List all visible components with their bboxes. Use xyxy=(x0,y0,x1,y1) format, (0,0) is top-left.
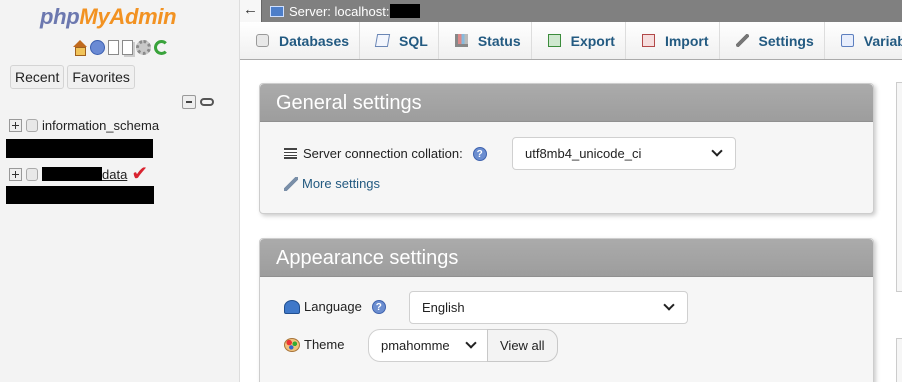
tab-label: Databases xyxy=(279,32,350,49)
phpmyadmin-logo[interactable]: phpMyAdmin xyxy=(40,4,177,30)
language-select[interactable]: English xyxy=(409,291,688,324)
tab-sql[interactable]: SQL xyxy=(360,22,439,59)
theme-selected-value: pmahomme xyxy=(381,338,450,353)
nav-tabs: Recent Favorites xyxy=(10,65,135,89)
tab-label: Import xyxy=(664,32,709,49)
main-content: General settings Server connection colla… xyxy=(240,60,902,382)
tab-import[interactable]: Import xyxy=(625,22,720,59)
database-icon xyxy=(26,167,38,181)
expand-icon[interactable] xyxy=(9,119,22,132)
theme-row: Theme xyxy=(284,337,350,352)
logo-myadmin-text: MyAdmin xyxy=(79,4,177,29)
language-icon xyxy=(284,299,300,314)
language-label: Language xyxy=(304,299,362,314)
general-settings-panel: General settings Server connection colla… xyxy=(259,83,874,214)
tab-export[interactable]: Export xyxy=(531,22,626,59)
redacted-area xyxy=(6,186,154,204)
tab-status[interactable]: Status xyxy=(438,22,532,59)
reload-icon[interactable] xyxy=(154,40,169,55)
redacted-area xyxy=(6,139,153,158)
appearance-settings-panel: Appearance settings Language ? English T… xyxy=(259,238,874,382)
wrench-icon xyxy=(284,176,298,191)
tree-controls xyxy=(182,95,214,109)
logo-php-text: php xyxy=(40,4,80,29)
general-settings-title: General settings xyxy=(260,84,873,122)
db-tree-item[interactable]: information_schema xyxy=(9,118,159,133)
chevron-down-icon xyxy=(711,145,723,157)
database-icon xyxy=(256,34,269,47)
language-row: Language ? xyxy=(284,299,386,314)
chevron-down-icon xyxy=(465,337,477,349)
server-icon xyxy=(270,5,284,17)
redacted-port xyxy=(390,4,421,18)
database-icon xyxy=(26,119,38,132)
collapse-navigation-button[interactable]: ← xyxy=(240,0,262,22)
language-selected-value: English xyxy=(422,300,465,315)
server-breadcrumb-bar: ← Server: localhost: xyxy=(240,0,902,22)
collation-icon xyxy=(284,148,297,159)
view-all-themes-button[interactable]: View all xyxy=(487,329,558,362)
tab-databases[interactable]: Databases xyxy=(240,22,361,59)
sql-icon xyxy=(374,34,391,47)
exit-icon[interactable] xyxy=(90,40,105,55)
db-tree-item[interactable]: data ✔ xyxy=(9,164,148,184)
db-name[interactable]: data xyxy=(102,167,127,182)
favorites-tab[interactable]: Favorites xyxy=(67,65,135,89)
tab-label: Variables xyxy=(863,32,902,49)
theme-label: Theme xyxy=(304,337,345,352)
main-menu: Databases SQL Status Export Import Setti… xyxy=(240,22,902,60)
settings-icon[interactable] xyxy=(136,40,151,55)
right-panel-edge xyxy=(896,338,902,382)
link-with-main-icon[interactable] xyxy=(200,98,214,106)
docs-icon[interactable] xyxy=(108,40,119,55)
recent-tab[interactable]: Recent xyxy=(10,65,65,89)
tab-label: SQL xyxy=(399,32,428,49)
collapse-all-icon[interactable] xyxy=(182,95,196,109)
appearance-settings-title: Appearance settings xyxy=(260,239,873,277)
theme-palette-icon xyxy=(284,337,300,352)
wrench-icon xyxy=(735,34,749,47)
expand-icon[interactable] xyxy=(9,167,22,181)
theme-select[interactable]: pmahomme xyxy=(368,329,488,362)
more-settings-link[interactable]: More settings xyxy=(302,176,380,191)
tab-label: Status xyxy=(477,32,521,49)
variables-icon xyxy=(840,34,854,47)
status-icon xyxy=(454,34,468,47)
collation-row: Server connection collation: ? xyxy=(284,146,487,161)
tab-variables[interactable]: Variables xyxy=(824,22,902,59)
checkmark-icon: ✔ xyxy=(131,163,149,185)
chevron-down-icon xyxy=(663,299,675,311)
nav-quick-icons xyxy=(72,40,169,56)
collation-selected-value: utf8mb4_unicode_ci xyxy=(525,146,642,161)
sql-docs-icon[interactable] xyxy=(122,40,133,55)
import-icon xyxy=(641,34,655,47)
navigation-panel: phpMyAdmin Recent Favorites information_… xyxy=(0,0,240,382)
server-breadcrumb-link[interactable]: Server: localhost: xyxy=(289,4,389,19)
redacted-db-prefix xyxy=(42,167,102,181)
tab-settings[interactable]: Settings xyxy=(719,22,825,59)
collation-select[interactable]: utf8mb4_unicode_ci xyxy=(512,137,736,170)
collation-label: Server connection collation: xyxy=(303,146,463,161)
more-settings-row: More settings xyxy=(284,176,380,191)
home-icon[interactable] xyxy=(72,40,87,56)
right-panel-edge xyxy=(896,82,902,292)
export-icon xyxy=(547,34,561,47)
db-name[interactable]: information_schema xyxy=(42,118,159,133)
tab-label: Export xyxy=(570,32,615,49)
tab-label: Settings xyxy=(758,32,814,49)
help-icon[interactable]: ? xyxy=(371,299,386,314)
help-icon[interactable]: ? xyxy=(472,146,487,161)
